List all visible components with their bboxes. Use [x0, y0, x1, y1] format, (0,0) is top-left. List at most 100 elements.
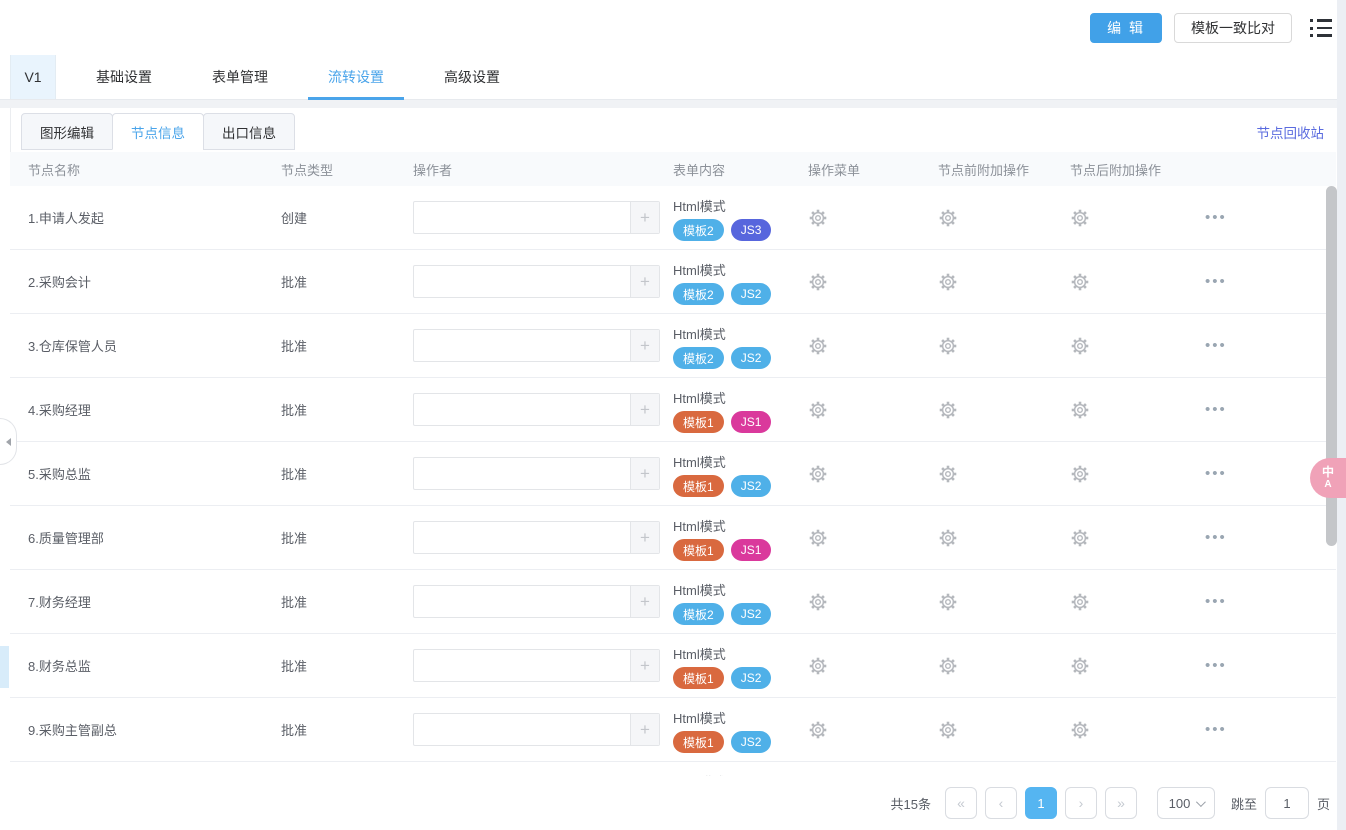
main-tab[interactable]: 流转设置 [308, 55, 404, 99]
form-mode-label: Html模式 [673, 326, 726, 343]
scrollbar-track[interactable] [1337, 0, 1346, 830]
translate-floating-button[interactable]: 中A [1310, 458, 1346, 498]
more-actions-icon[interactable]: ••• [1205, 533, 1227, 543]
add-operator-button[interactable]: + [630, 650, 659, 681]
add-operator-button[interactable]: + [630, 458, 659, 489]
add-operator-button[interactable]: + [630, 202, 659, 233]
add-operator-button[interactable]: + [630, 266, 659, 297]
more-actions-icon[interactable]: ••• [1205, 341, 1227, 351]
page-number-button[interactable]: 1 [1025, 787, 1057, 819]
edit-button[interactable]: 编 辑 [1090, 13, 1162, 43]
sub-tab[interactable]: 节点信息 [112, 113, 204, 150]
gear-icon[interactable] [1070, 208, 1090, 228]
node-recycle-bin-link[interactable]: 节点回收站 [1257, 122, 1325, 142]
gear-icon[interactable] [1070, 656, 1090, 676]
more-actions-icon[interactable]: ••• [1205, 405, 1227, 415]
more-actions-icon[interactable]: ••• [1205, 469, 1227, 479]
add-operator-button[interactable]: + [630, 586, 659, 617]
sub-tab-bar: 图形编辑节点信息出口信息 [21, 113, 294, 150]
list-menu-icon[interactable] [1310, 19, 1332, 37]
more-actions-icon[interactable]: ••• [1205, 277, 1227, 287]
first-page-button[interactable]: « [945, 787, 977, 819]
main-tab[interactable]: 基础设置 [76, 55, 172, 99]
operator-input[interactable] [414, 330, 630, 361]
gear-icon[interactable] [808, 528, 828, 548]
gear-icon[interactable] [1070, 528, 1090, 548]
template-compare-button[interactable]: 模板一致比对 [1174, 13, 1292, 43]
form-badge[interactable]: JS2 [731, 667, 772, 689]
form-badge[interactable]: 模板1 [673, 667, 724, 689]
form-badge[interactable]: JS3 [731, 219, 772, 241]
form-badge[interactable]: 模板1 [673, 539, 724, 561]
gear-icon[interactable] [938, 592, 958, 612]
operator-input[interactable] [414, 266, 630, 297]
gear-icon[interactable] [938, 400, 958, 420]
form-badge[interactable]: JS2 [731, 283, 772, 305]
form-badge[interactable]: 模板2 [673, 603, 724, 625]
operator-input[interactable] [414, 586, 630, 617]
operator-input[interactable] [414, 714, 630, 745]
more-actions-icon[interactable]: ••• [1205, 213, 1227, 223]
form-badge[interactable]: JS2 [731, 475, 772, 497]
next-page-button[interactable]: › [1065, 787, 1097, 819]
more-actions-icon[interactable]: ••• [1205, 597, 1227, 607]
gear-icon[interactable] [808, 208, 828, 228]
form-badge[interactable]: 模板1 [673, 411, 724, 433]
main-tab[interactable]: 高级设置 [424, 55, 520, 99]
gear-icon[interactable] [808, 720, 828, 740]
gear-icon[interactable] [1070, 592, 1090, 612]
gear-icon[interactable] [1070, 400, 1090, 420]
form-badge[interactable]: 模板2 [673, 283, 724, 305]
more-actions-icon[interactable]: ••• [1205, 725, 1227, 735]
gear-icon[interactable] [938, 208, 958, 228]
node-type: 批准 [270, 314, 403, 377]
sub-tab[interactable]: 出口信息 [203, 113, 295, 150]
gear-icon[interactable] [808, 400, 828, 420]
more-actions-icon[interactable]: ••• [1205, 661, 1227, 671]
flow-settings-panel: 图形编辑节点信息出口信息 节点回收站 节点名称节点类型操作者表单内容操作菜单节点… [0, 108, 1346, 830]
left-edge-widget[interactable] [0, 646, 9, 688]
jump-page-input[interactable] [1265, 787, 1309, 819]
page-size-select[interactable]: 100 [1157, 787, 1215, 819]
form-badge[interactable]: 模板1 [673, 731, 724, 753]
gear-icon[interactable] [938, 656, 958, 676]
add-operator-button[interactable]: + [630, 714, 659, 745]
gear-icon[interactable] [808, 336, 828, 356]
add-operator-button[interactable]: + [630, 394, 659, 425]
gear-icon[interactable] [1070, 464, 1090, 484]
gear-icon[interactable] [808, 592, 828, 612]
gear-icon[interactable] [938, 464, 958, 484]
form-badge[interactable]: 模板1 [673, 475, 724, 497]
form-badge[interactable]: JS1 [731, 539, 772, 561]
form-badge[interactable]: 模板2 [673, 347, 724, 369]
gear-icon[interactable] [1070, 720, 1090, 740]
operator-input[interactable] [414, 650, 630, 681]
form-badge[interactable]: JS2 [731, 347, 772, 369]
version-badge[interactable]: V1 [10, 55, 56, 99]
prev-page-button[interactable]: ‹ [985, 787, 1017, 819]
gear-icon[interactable] [808, 656, 828, 676]
operator-input[interactable] [414, 458, 630, 489]
gear-icon[interactable] [1070, 336, 1090, 356]
add-operator-button[interactable]: + [630, 330, 659, 361]
gear-icon[interactable] [808, 464, 828, 484]
gear-icon[interactable] [938, 528, 958, 548]
operator-input[interactable] [414, 394, 630, 425]
pagination-bar: 共15条 « ‹ 1 › » 100 跳至 页 [0, 776, 1346, 830]
gear-icon[interactable] [938, 272, 958, 292]
gear-icon[interactable] [938, 720, 958, 740]
form-badge[interactable]: 模板2 [673, 219, 724, 241]
pre-action-settings-cell [925, 442, 1060, 505]
operator-input[interactable] [414, 202, 630, 233]
gear-icon[interactable] [1070, 272, 1090, 292]
form-badge[interactable]: JS2 [731, 603, 772, 625]
last-page-button[interactable]: » [1105, 787, 1137, 819]
operator-input[interactable] [414, 522, 630, 553]
gear-icon[interactable] [808, 272, 828, 292]
form-badge[interactable]: JS2 [731, 731, 772, 753]
form-badge[interactable]: JS1 [731, 411, 772, 433]
add-operator-button[interactable]: + [630, 522, 659, 553]
gear-icon[interactable] [938, 336, 958, 356]
sub-tab[interactable]: 图形编辑 [21, 113, 113, 150]
main-tab[interactable]: 表单管理 [192, 55, 288, 99]
